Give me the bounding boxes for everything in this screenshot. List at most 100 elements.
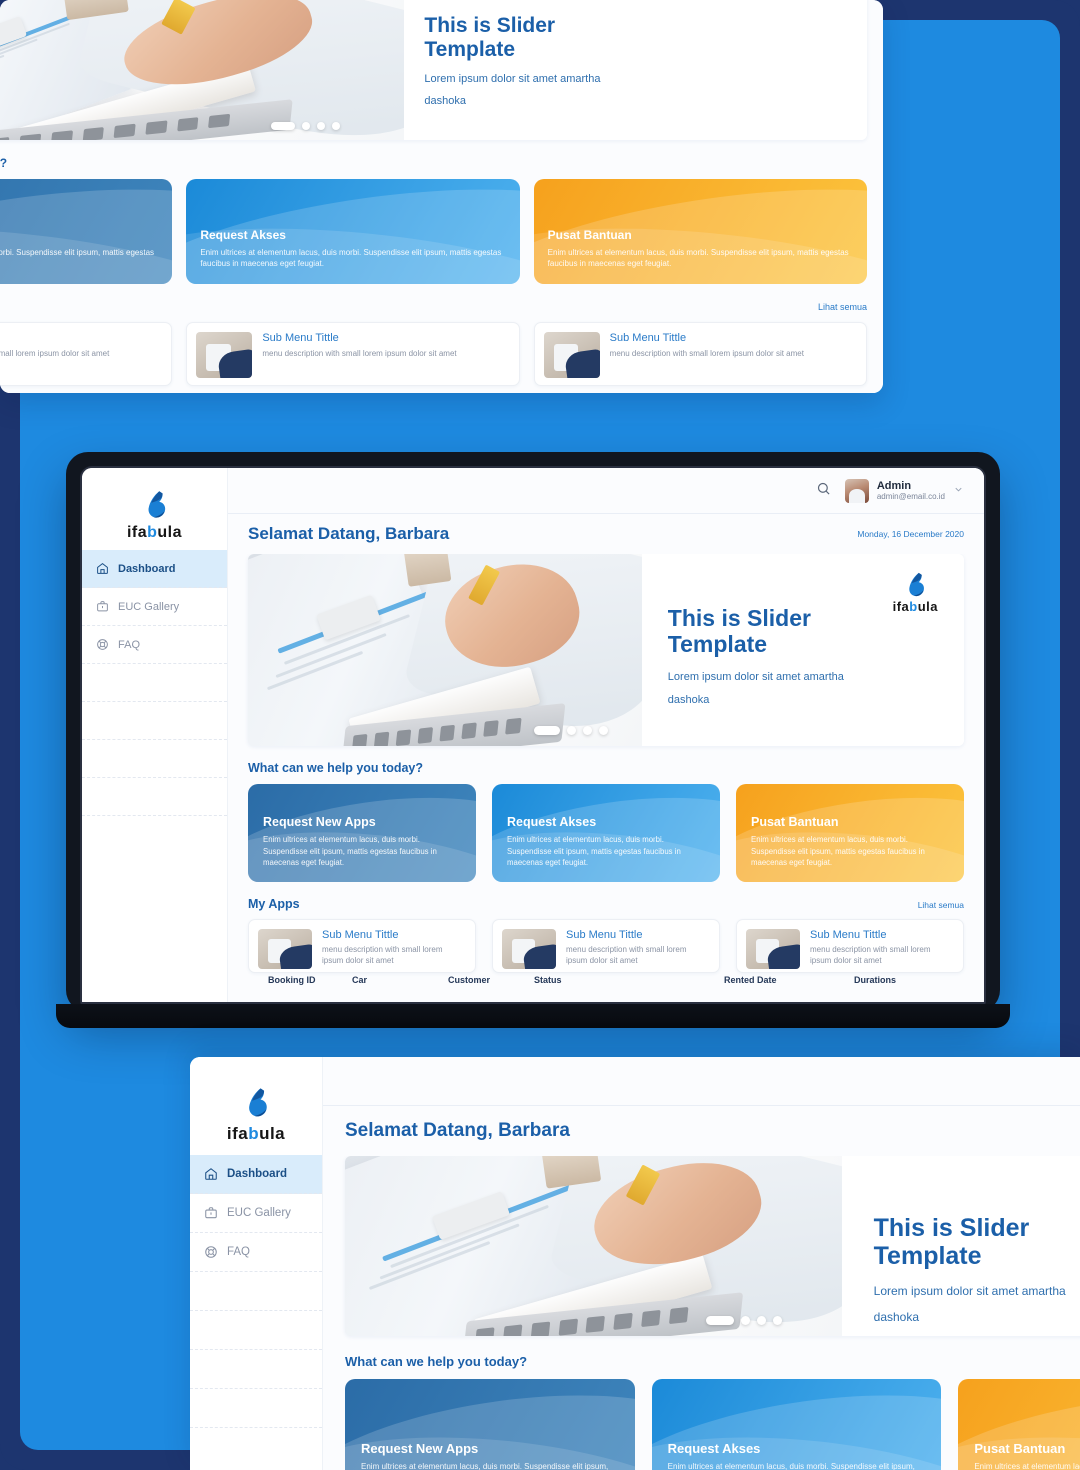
help-card-pusat-bantuan[interactable]: Pusat Bantuan Enim ultrices at elementum… [736,784,964,882]
app-card-title: Sub Menu Tittle [609,332,687,344]
user-email: admin@email.co.id [876,491,945,501]
slider-image [345,1156,842,1336]
app-thumbnail [543,332,600,378]
help-card-request-new-apps[interactable]: Request New Apps Enim ultrices at elemen… [345,1379,635,1470]
slider-dot[interactable] [599,726,609,735]
app-card[interactable]: Sub Menu Tittle menu description with sm… [186,322,520,386]
help-card-title: Pusat Bantuan [751,814,839,829]
brand-wordmark: ifabula [226,1123,286,1143]
app-card[interactable]: Sub Menu Tittle menu description with sm… [0,322,173,386]
app-card[interactable]: Sub Menu Tittle menu description with sm… [533,322,867,386]
app-thumbnail [196,332,253,378]
sidebar-item-dashboard[interactable]: Dashboard [190,1155,322,1194]
slider-dot[interactable] [583,726,593,735]
help-card-request-akses[interactable]: Request Akses Enim ultrices at elementum… [186,179,520,284]
app-card-desc: menu description with small lorem ipsum … [566,945,687,966]
chevron-down-icon[interactable] [953,482,964,500]
main-content: Admin admin@email.co.id Selamat Datang, … [323,1057,1080,1470]
column-header-booking-id[interactable]: Booking ID [268,975,352,985]
hero-slider[interactable]: ifabula This is SliderTemplate Lorem ips… [248,554,964,746]
sidebar-item-faq[interactable]: FAQ [190,1233,322,1272]
slider-pagination[interactable] [706,1316,783,1325]
column-header-rented-date[interactable]: Rented Date [724,975,854,985]
my-apps-grid: Sub Menu Tittle menu description with sm… [248,919,964,973]
topbar: Admin admin@email.co.id [228,468,984,514]
slider-pagination[interactable] [270,122,340,130]
user-name: Admin [876,479,912,492]
help-card-title: Request Akses [200,227,286,242]
app-thumbnail [502,929,556,969]
slider-image [0,0,405,140]
slider-dot[interactable] [331,122,340,130]
app-card-title: Sub Menu Tittle [262,332,339,344]
bird-logo-icon [909,572,925,597]
slider-brand-logo: ifabula [893,570,938,613]
slider-dot-active[interactable] [534,726,561,735]
slider-pagination[interactable] [534,726,609,735]
dashboard-preview-top: Dashboard EUC Gallery FAQ [0,0,883,393]
see-all-link[interactable]: Lihat semua [818,302,867,312]
life-ring-icon [96,638,109,651]
app-card[interactable]: Sub Menu Tittle menu description with sm… [248,919,476,973]
sidebar-item-faq[interactable]: FAQ [82,626,227,664]
column-header-durations[interactable]: Durations [854,975,896,985]
help-card-request-akses[interactable]: Request Akses Enim ultrices at elementum… [492,784,720,882]
topbar: Admin admin@email.co.id [323,1057,1080,1106]
sidebar-item-euc-gallery[interactable]: EUC Gallery [82,588,227,626]
page-title: Selamat Datang, Barbara [248,524,450,543]
app-card-title: Sub Menu Tittle [322,929,399,941]
user-menu[interactable]: Admin admin@email.co.id [844,478,964,503]
slider-dot[interactable] [316,122,325,130]
help-card-request-akses[interactable]: Request Akses Enim ultrices at elementum… [651,1379,942,1470]
app-card-title: Sub Menu Tittle [0,332,109,344]
app-card-desc: menu description with small lorem ipsum … [0,349,110,358]
column-header-status[interactable]: Status [534,975,724,985]
app-card-desc: menu description with small lorem ipsum … [609,349,804,358]
slider-dot[interactable] [773,1316,783,1325]
life-ring-icon [204,1245,218,1259]
my-apps-header: My Apps Lihat semua [248,897,964,911]
slider-subtitle: Lorem ipsum dolor sit amet amartha [667,670,844,683]
slider-dot[interactable] [757,1316,767,1325]
slider-subtitle: Lorem ipsum dolor sit amet amartha [424,73,601,86]
app-thumbnail [746,929,800,969]
main-content: This is Slider Template Lorem ipsum dolor… [0,0,883,393]
sidebar-item-label: FAQ [227,1246,251,1258]
sidebar-filler [82,664,227,702]
column-header-customer[interactable]: Customer [448,975,534,985]
help-heading: What can we help you today? [345,1354,528,1369]
help-card-title: Pusat Bantuan [547,227,632,242]
app-thumbnail [258,929,312,969]
sidebar-filler [82,702,227,740]
slider-text: ifabula This is SliderTemplate Lorem ips… [841,1156,1080,1336]
search-icon[interactable] [816,481,831,501]
help-card-pusat-bantuan[interactable]: Pusat Bantuan Enim ultrices at elementum… [533,179,867,284]
help-card-pusat-bantuan[interactable]: Pusat Bantuan Enim ultrices at elementum… [958,1379,1080,1470]
hero-slider[interactable]: This is Slider Template Lorem ipsum dolor… [0,0,867,140]
sidebar-item-euc-gallery[interactable]: EUC Gallery [190,1194,322,1233]
dashboard-app: Dashboard EUC Gallery FAQ [0,0,883,393]
sidebar-item-dashboard[interactable]: Dashboard [82,550,227,588]
hero-slider[interactable]: ifabula This is SliderTemplate Lorem ips… [345,1156,1080,1336]
help-card-desc: Enim ultrices at elementum lacus, duis m… [0,247,155,257]
app-card-desc: menu description with small lorem ipsum … [262,349,457,358]
slider-dot[interactable] [301,122,310,130]
column-header-car[interactable]: Car [352,975,448,985]
sidebar-filler [82,778,227,816]
slider-dot-active[interactable] [270,122,295,130]
help-card-request-new-apps[interactable]: Request New Apps Enim ultrices at elemen… [248,784,476,882]
welcome-row: Selamat Datang, Barbara Monday, 16 Decem… [323,1106,1080,1156]
help-card-desc: Enim ultrices at elementum lacus, duis m… [751,834,925,868]
app-card[interactable]: Sub Menu Tittle menu description with sm… [492,919,720,973]
help-card-desc: Enim ultrices at elementum lacus, duis m… [667,1462,915,1470]
help-card-request-new-apps[interactable]: Request New Apps Enim ultrices at elemen… [0,179,173,284]
app-card[interactable]: Sub Menu Tittle menu description with sm… [736,919,964,973]
slider-dot[interactable] [567,726,577,735]
see-all-link[interactable]: Lihat semua [918,900,964,910]
bird-logo-icon [148,490,165,518]
help-card-desc: Enim ultrices at elementum lacus, duis m… [361,1462,609,1470]
dashboard-app: ifabula Dashboard EUC Gallery FAQ Admin … [82,468,984,1002]
slider-dot[interactable] [741,1316,751,1325]
help-card-title: Pusat Bantuan [974,1441,1066,1456]
slider-dot-active[interactable] [706,1316,735,1325]
